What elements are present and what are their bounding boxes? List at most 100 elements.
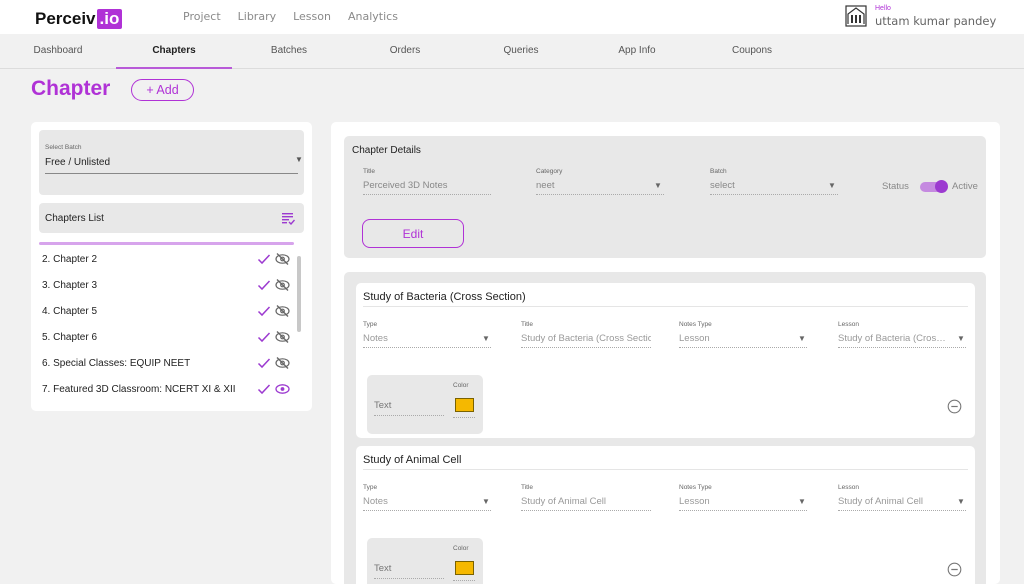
top-header: Perceiv .io Project Library Lesson Analyt…	[0, 0, 1024, 34]
color-swatch[interactable]	[455, 398, 474, 412]
chapter-list-item[interactable]: 2. Chapter 2	[39, 247, 294, 273]
avatar-icon	[845, 5, 867, 27]
check-icon[interactable]	[257, 278, 271, 292]
field-underline	[363, 510, 491, 511]
text-color-box: Text Color	[367, 375, 483, 434]
lesson-type-label: Type	[363, 484, 378, 491]
field-underline	[363, 347, 491, 348]
tab-orders[interactable]: Orders	[347, 34, 463, 69]
lesson-notes-type-value: Lesson	[679, 333, 710, 344]
tab-dashboard[interactable]: Dashboard	[0, 34, 116, 69]
field-underline	[374, 415, 444, 416]
eye-off-icon[interactable]	[275, 356, 290, 370]
add-chapter-button[interactable]: + Add	[131, 79, 194, 101]
lesson-notes-type-field[interactable]: Notes Type Lesson ▼	[679, 321, 807, 348]
lesson-notes-type-value: Lesson	[679, 496, 710, 507]
list-check-icon[interactable]	[281, 211, 295, 225]
lesson-notes-type-label: Notes Type	[679, 321, 712, 328]
field-underline	[453, 417, 475, 418]
batch-select[interactable]: Select Batch Free / Unlisted ▼	[39, 130, 304, 195]
lesson-type-label: Type	[363, 321, 378, 328]
chapter-details-heading: Chapter Details	[352, 145, 421, 156]
status-toggle[interactable]	[920, 180, 948, 193]
lesson-notes-type-label: Notes Type	[679, 484, 712, 491]
check-icon[interactable]	[257, 252, 271, 266]
field-underline	[838, 347, 966, 348]
check-icon[interactable]	[257, 356, 271, 370]
eye-off-icon[interactable]	[275, 278, 290, 292]
title-field[interactable]: Title Perceived 3D Notes	[363, 168, 491, 195]
eye-off-icon[interactable]	[275, 330, 290, 344]
tab-app-info[interactable]: App Info	[579, 34, 695, 69]
text-input[interactable]: Text	[374, 400, 391, 411]
chapter-name: 6. Special Classes: EQUIP NEET	[42, 358, 191, 369]
batch-field-select[interactable]: Batch select ▼	[710, 168, 838, 195]
edit-button[interactable]: Edit	[362, 219, 464, 248]
caret-down-icon: ▼	[295, 155, 303, 164]
list-scrollbar[interactable]	[297, 256, 301, 332]
main-tabs: Dashboard Chapters Batches Orders Querie…	[0, 34, 1024, 69]
text-color-box: Text Color	[367, 538, 483, 584]
check-icon[interactable]	[257, 304, 271, 318]
lesson-type-field[interactable]: Type Notes ▼	[363, 484, 491, 511]
eye-icon[interactable]	[275, 382, 290, 396]
lesson-title-field[interactable]: Title Study of Animal Cell	[521, 484, 651, 511]
tab-queries[interactable]: Queries	[463, 34, 579, 69]
chapter-list-item[interactable]: 4. Chapter 5	[39, 299, 294, 325]
field-underline	[521, 510, 651, 511]
category-label: Category	[536, 168, 563, 175]
category-value: neet	[536, 180, 555, 191]
chapter-list-item[interactable]: 6. Special Classes: EQUIP NEET	[39, 351, 294, 377]
tab-batches[interactable]: Batches	[231, 34, 347, 69]
field-underline	[710, 194, 838, 195]
chapter-main-panel: Chapter Details Title Perceived 3D Notes…	[331, 122, 1000, 584]
divider	[363, 469, 968, 470]
lesson-heading: Study of Bacteria (Cross Section)	[363, 291, 526, 303]
lesson-lesson-field[interactable]: Lesson Study of Animal Cell ▼	[838, 484, 966, 511]
divider	[363, 306, 968, 307]
topnav-lesson[interactable]: Lesson	[293, 10, 331, 23]
topnav-library[interactable]: Library	[238, 10, 276, 23]
field-underline	[453, 580, 475, 581]
chapter-name: 2. Chapter 2	[42, 254, 98, 265]
user-menu[interactable]: Hello uttam kumar pandey	[845, 5, 996, 28]
user-greeting: Hello	[875, 5, 891, 12]
eye-off-icon[interactable]	[275, 304, 290, 318]
lesson-lesson-field[interactable]: Lesson Study of Bacteria (Cross... ▼	[838, 321, 966, 348]
lesson-title-label: Title	[521, 484, 534, 491]
caret-down-icon: ▼	[798, 334, 806, 343]
lesson-title-label: Title	[521, 321, 534, 328]
check-icon[interactable]	[257, 382, 271, 396]
tab-coupons[interactable]: Coupons	[694, 34, 810, 69]
topnav-analytics[interactable]: Analytics	[348, 10, 398, 23]
batch-field-label: Batch	[710, 168, 727, 175]
remove-circle-icon[interactable]	[947, 399, 962, 414]
field-underline	[536, 194, 664, 195]
color-swatch[interactable]	[455, 561, 474, 575]
chapter-list-item[interactable]: 3. Chapter 3	[39, 273, 294, 299]
chapter-list-item[interactable]: 7. Featured 3D Classroom: NCERT XI & XII	[39, 377, 294, 398]
title-field-value: Perceived 3D Notes	[363, 180, 448, 191]
category-select[interactable]: Category neet ▼	[536, 168, 664, 195]
chapter-list-item[interactable]: 5. Chapter 6	[39, 325, 294, 351]
tab-chapters[interactable]: Chapters	[116, 34, 232, 69]
lessons-list: Study of Bacteria (Cross Section) Type Not…	[344, 272, 986, 584]
lesson-notes-type-field[interactable]: Notes Type Lesson ▼	[679, 484, 807, 511]
eye-off-icon[interactable]	[275, 252, 290, 266]
remove-circle-icon[interactable]	[947, 562, 962, 577]
chapter-name: 4. Chapter 5	[42, 306, 98, 317]
lesson-type-field[interactable]: Type Notes ▼	[363, 321, 491, 348]
toggle-knob	[935, 180, 948, 193]
caret-down-icon: ▼	[798, 497, 806, 506]
text-input[interactable]: Text	[374, 563, 391, 574]
check-icon[interactable]	[257, 330, 271, 344]
topnav-project[interactable]: Project	[183, 10, 221, 23]
batch-select-value: Free / Unlisted	[45, 157, 111, 168]
field-underline	[838, 510, 966, 511]
app-logo[interactable]: Perceiv .io	[35, 8, 123, 30]
lesson-title-field[interactable]: Title Study of Bacteria (Cross Section)	[521, 321, 651, 348]
caret-down-icon: ▼	[654, 181, 662, 190]
chapters-sidebar: Select Batch Free / Unlisted ▼ Chapters …	[31, 122, 312, 411]
lesson-lesson-value: Study of Animal Cell	[838, 496, 924, 507]
field-underline	[521, 347, 651, 348]
